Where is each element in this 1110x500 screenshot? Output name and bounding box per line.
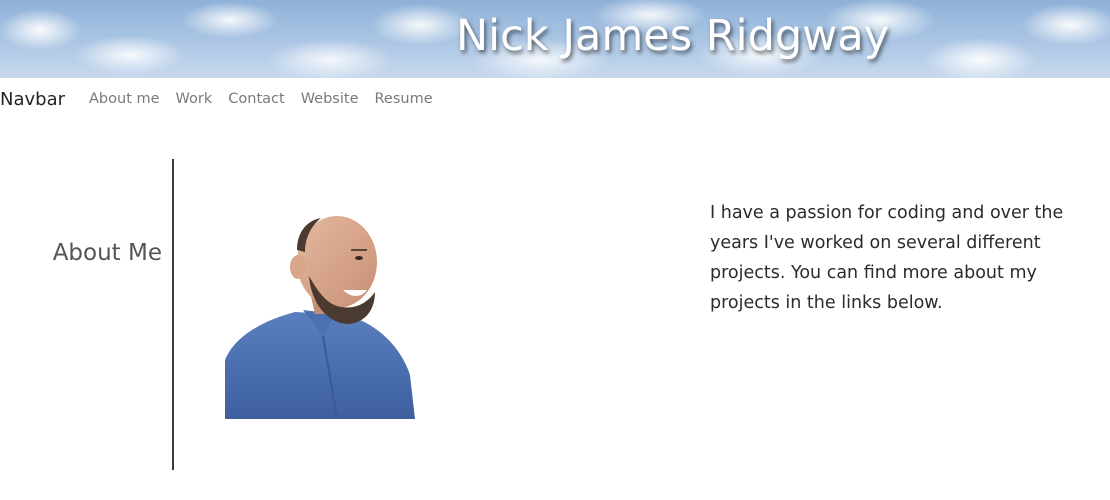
- header-banner: Nick James Ridgway: [0, 0, 1110, 78]
- vertical-divider: [172, 159, 174, 470]
- portrait-photo: [225, 216, 415, 419]
- nav-link-website[interactable]: Website: [293, 91, 367, 107]
- navbar-brand[interactable]: Navbar: [0, 89, 65, 110]
- nav-link-about-me[interactable]: About me: [81, 91, 168, 107]
- nav-link-resume[interactable]: Resume: [367, 91, 441, 107]
- about-heading: About Me: [52, 240, 162, 266]
- navbar: Navbar About me Work Contact Website Res…: [0, 78, 1110, 120]
- bio-text: I have a passion for coding and over the…: [710, 203, 1064, 313]
- nav-link-contact[interactable]: Contact: [220, 91, 292, 107]
- nav-link-work[interactable]: Work: [168, 91, 221, 107]
- site-title: Nick James Ridgway: [456, 11, 890, 61]
